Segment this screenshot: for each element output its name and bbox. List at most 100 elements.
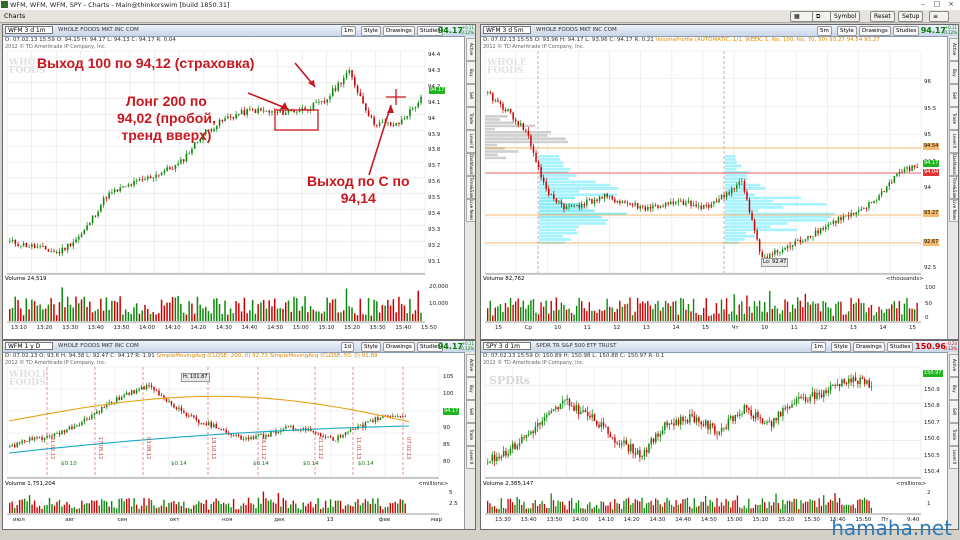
candle-body — [546, 414, 548, 418]
side-tab[interactable]: Level II — [466, 130, 475, 153]
setup-button[interactable]: Setup — [898, 11, 924, 22]
minimize-button[interactable]: – — [916, 0, 930, 9]
charts-menu[interactable]: Charts — [4, 12, 25, 20]
event-marker[interactable]: 21.12.12 — [317, 437, 323, 459]
side-tab[interactable]: Buy Custom — [949, 61, 958, 84]
side-tab[interactable]: Time&Sales — [949, 176, 958, 199]
side-tab[interactable]: Time&Sales — [466, 176, 475, 199]
volume-bar — [204, 306, 207, 321]
side-tab[interactable]: Sell Custom — [466, 400, 475, 423]
candle-body — [840, 217, 842, 220]
side-tab[interactable]: Live News — [466, 199, 475, 222]
side-tab[interactable]: Sell Custom — [466, 84, 475, 107]
side-tab[interactable]: Buy Custom — [949, 377, 958, 400]
side-tab[interactable]: Level II — [949, 130, 958, 153]
side-tab[interactable]: Sell Custom — [949, 400, 958, 423]
volume-bar — [352, 506, 354, 513]
candle-body — [398, 122, 400, 124]
volume-bar — [631, 315, 634, 321]
volume-bar — [733, 294, 735, 321]
volume-bar — [645, 503, 648, 513]
volume-bar — [611, 307, 613, 321]
volume-bar — [86, 306, 88, 321]
volume-bar — [334, 500, 337, 513]
event-marker[interactable]: 11.01.13 — [355, 437, 361, 459]
volume-bar — [73, 507, 76, 513]
candle-body — [78, 236, 80, 240]
event-marker[interactable]: 16.11.12 — [260, 437, 266, 459]
candle-body — [140, 386, 143, 390]
volume-bar — [155, 314, 157, 321]
candle-body — [185, 153, 188, 162]
candle-body — [520, 123, 522, 125]
volume-bar — [42, 309, 44, 321]
candle-body — [829, 385, 832, 391]
candle-body — [727, 418, 730, 429]
side-tab[interactable]: Trade — [466, 107, 475, 130]
side-tab[interactable]: Buy Custom — [466, 61, 475, 84]
candle-body — [672, 201, 675, 204]
close-button[interactable]: × — [944, 0, 958, 9]
volume-bar — [770, 505, 773, 513]
dividend-marker[interactable]: $0.10 — [61, 461, 77, 467]
dividend-marker[interactable]: $0.14 — [171, 461, 187, 467]
event-marker[interactable]: 19.10.12 — [210, 437, 216, 459]
dividend-marker[interactable]: $0.14 — [303, 461, 319, 467]
side-tab[interactable]: Level II — [466, 446, 475, 469]
candle-body — [830, 223, 832, 225]
side-tab[interactable]: Level II — [949, 446, 958, 469]
volume-tick: 5 — [449, 490, 453, 496]
candle-body — [369, 420, 372, 422]
volume-profile-bar — [539, 199, 562, 203]
volume-bar — [185, 314, 188, 321]
volume-bar — [727, 501, 729, 513]
volume-bar — [692, 298, 695, 321]
volume-bar — [307, 312, 309, 321]
volume-bar — [636, 297, 639, 321]
event-marker[interactable]: 07.02.13 — [405, 437, 411, 459]
dividend-marker[interactable]: $0.14 — [358, 461, 374, 467]
side-tab[interactable]: Active Trader — [949, 354, 958, 377]
side-tab[interactable]: Active Trader — [466, 38, 475, 61]
candle-body — [125, 393, 128, 395]
maximize-button[interactable]: □ — [930, 0, 944, 9]
price-tick: 93.7 — [428, 163, 441, 170]
candle-body — [736, 184, 738, 189]
volume-bar — [43, 505, 46, 513]
side-tab[interactable]: Live News — [949, 199, 958, 222]
side-tab[interactable]: Trade — [949, 107, 958, 130]
volume-bar — [619, 300, 621, 321]
volume-bar — [329, 499, 332, 513]
candle-body — [403, 118, 406, 120]
side-tab[interactable]: Trade — [949, 423, 958, 446]
time-tick: 14:00 — [139, 325, 155, 331]
event-marker[interactable]: 03.08.12 — [145, 437, 151, 459]
menu-button[interactable]: ≡ — [929, 11, 949, 22]
volume-bar — [304, 296, 306, 321]
dividend-marker[interactable]: $0.14 — [253, 461, 269, 467]
candle-body — [870, 202, 873, 204]
reset-button[interactable]: Reset — [870, 11, 895, 22]
candle-body — [86, 225, 88, 231]
side-tab[interactable]: Dashboard — [466, 153, 475, 176]
volume-bar — [195, 504, 197, 513]
candle-body — [86, 418, 88, 420]
volume-bar — [532, 503, 534, 513]
volume-bar — [364, 499, 367, 513]
grid-layout-button[interactable]: ▦ — [790, 11, 814, 22]
candle-body — [130, 390, 133, 395]
side-tab[interactable]: Sell Custom — [949, 84, 958, 107]
price-chart-spy — [484, 366, 922, 515]
side-tab[interactable]: Trade — [466, 423, 475, 446]
side-tab[interactable]: Buy Custom — [466, 377, 475, 400]
volume-bar — [675, 300, 677, 321]
side-tab[interactable]: Dashboard — [949, 153, 958, 176]
volume-bar — [809, 499, 811, 513]
candle-body — [812, 236, 814, 238]
event-marker[interactable]: 17.05.12 — [97, 437, 103, 459]
side-tab[interactable]: Active Trader — [949, 38, 958, 61]
symbol-button[interactable]: Symbol — [830, 11, 861, 22]
volume-bar — [759, 504, 761, 513]
side-tab[interactable]: Active Trader — [466, 354, 475, 377]
event-marker[interactable]: 21.02.12 — [49, 437, 55, 459]
